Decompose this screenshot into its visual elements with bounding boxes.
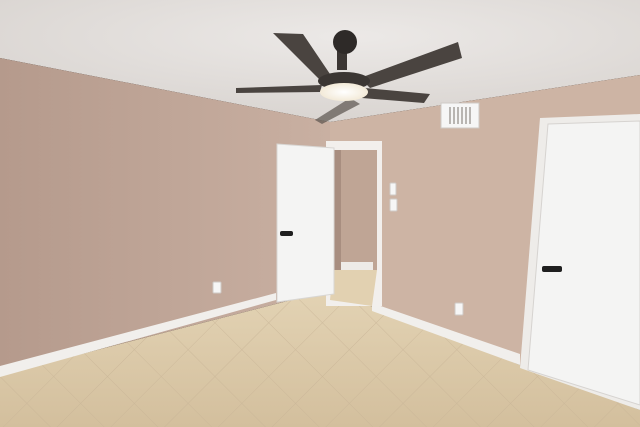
air-vent-icon bbox=[440, 102, 480, 129]
hallway-floor bbox=[330, 270, 377, 306]
room-photo bbox=[0, 0, 640, 427]
door-handle-icon[interactable] bbox=[542, 266, 562, 272]
outlet-icon bbox=[212, 281, 222, 294]
outlet-icon bbox=[454, 302, 464, 316]
door-handle-icon[interactable] bbox=[280, 231, 293, 236]
light-switch-icon[interactable] bbox=[389, 198, 398, 212]
thermostat-icon bbox=[389, 182, 397, 196]
open-door[interactable] bbox=[276, 143, 335, 303]
closet-door[interactable] bbox=[527, 120, 640, 406]
